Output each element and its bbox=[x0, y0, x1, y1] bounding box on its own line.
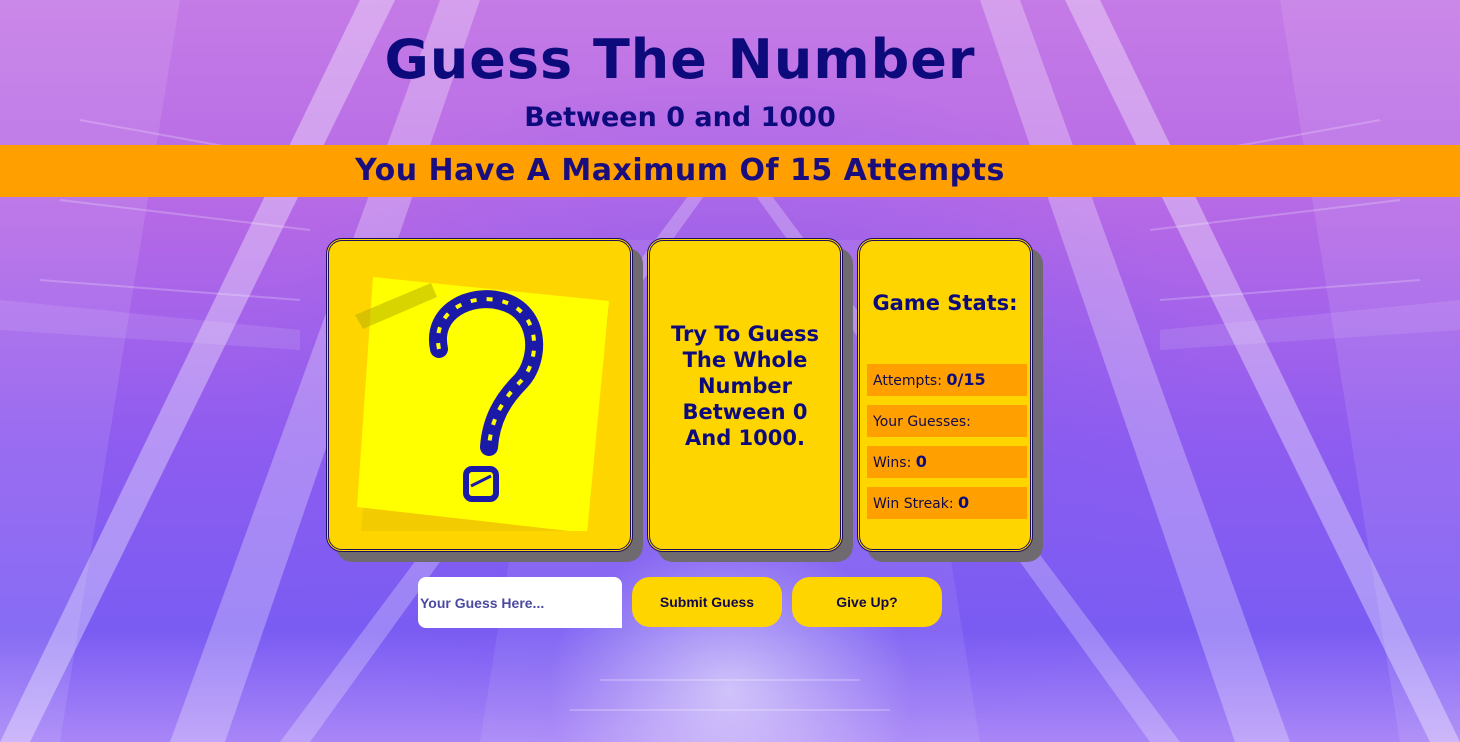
attempts-banner-text: You Have A Maximum Of 15 Attempts bbox=[355, 153, 1005, 188]
instruction-text: Try To Guess The Whole Number Between 0 … bbox=[670, 322, 820, 450]
stat-guesses: Your Guesses: bbox=[867, 405, 1027, 437]
instruction-card: Try To Guess The Whole Number Between 0 … bbox=[647, 238, 843, 552]
stat-win-streak-value: 0 bbox=[958, 493, 970, 512]
guess-input[interactable] bbox=[418, 577, 622, 628]
stat-attempts-label: Attempts: bbox=[873, 373, 942, 389]
attempts-banner: You Have A Maximum Of 15 Attempts bbox=[0, 145, 1460, 197]
stat-guesses-label: Your Guesses: bbox=[873, 414, 971, 430]
stat-wins: Wins: 0 bbox=[867, 446, 1027, 478]
game-stats-title: Game Stats: bbox=[872, 291, 1018, 315]
stat-win-streak-label: Win Streak: bbox=[873, 496, 954, 512]
page-title: Guess The Number bbox=[384, 28, 976, 91]
question-mark-sticky-note-icon bbox=[351, 271, 611, 533]
submit-guess-button[interactable]: Submit Guess bbox=[632, 577, 782, 627]
game-stats-card: Game Stats: Attempts: 0/15 Your Guesses:… bbox=[857, 238, 1033, 552]
give-up-button[interactable]: Give Up? bbox=[792, 577, 942, 627]
mystery-card bbox=[326, 238, 633, 552]
page-subtitle: Between 0 and 1000 bbox=[524, 102, 836, 133]
stat-wins-value: 0 bbox=[915, 452, 927, 471]
stat-win-streak: Win Streak: 0 bbox=[867, 487, 1027, 519]
stat-attempts-value: 0/15 bbox=[946, 370, 986, 389]
stat-attempts: Attempts: 0/15 bbox=[867, 364, 1027, 396]
stat-wins-label: Wins: bbox=[873, 455, 912, 471]
